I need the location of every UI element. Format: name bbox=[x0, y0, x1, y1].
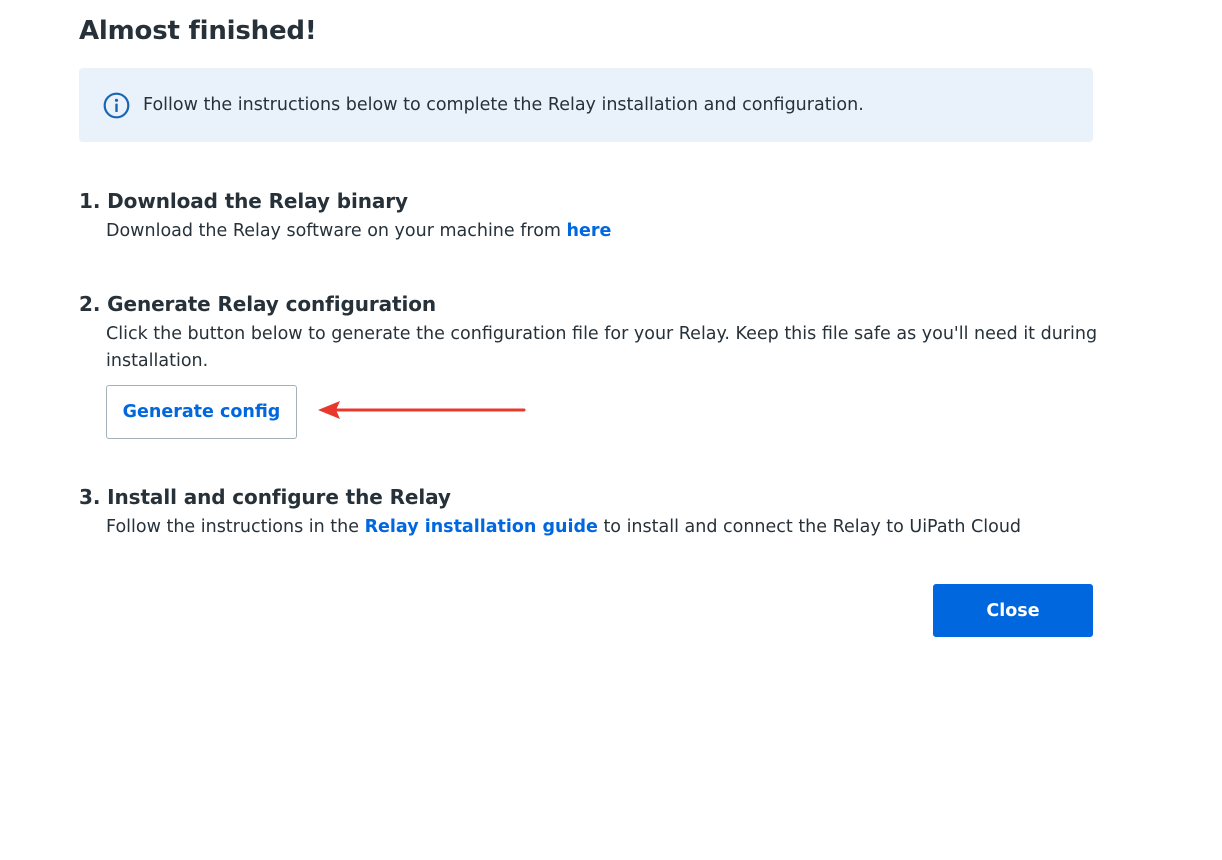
generate-config-button[interactable]: Generate config bbox=[106, 385, 297, 439]
close-button[interactable]: Close bbox=[933, 584, 1093, 637]
step-2-heading: 2. Generate Relay configuration bbox=[79, 292, 437, 316]
step-2-description: Click the button below to generate the c… bbox=[106, 324, 1098, 371]
step-install: 3. Install and configure the Relay Follo… bbox=[79, 483, 1021, 541]
download-here-link[interactable]: here bbox=[567, 221, 612, 241]
info-banner: Follow the instructions below to complet… bbox=[79, 68, 1093, 142]
step-3-description: Follow the instructions in the Relay ins… bbox=[79, 514, 1021, 541]
step-3-text-before: Follow the instructions in the bbox=[106, 517, 365, 537]
page-title: Almost finished! bbox=[79, 16, 317, 46]
info-icon bbox=[103, 92, 130, 119]
step-1-heading: 1. Download the Relay binary bbox=[79, 189, 408, 213]
step-download: 1. Download the Relay binary Download th… bbox=[79, 187, 611, 245]
relay-installation-guide-link[interactable]: Relay installation guide bbox=[365, 517, 598, 537]
info-banner-text: Follow the instructions below to complet… bbox=[143, 95, 864, 115]
relay-setup-dialog: Almost finished! Follow the instructions… bbox=[0, 0, 1222, 860]
step-1-description: Download the Relay software on your mach… bbox=[79, 218, 611, 245]
step-generate-config: 2. Generate Relay configuration Click th… bbox=[79, 290, 1109, 375]
annotation-arrow-icon bbox=[318, 401, 526, 419]
step-3-text-after: to install and connect the Relay to UiPa… bbox=[597, 517, 1022, 537]
step-1-text: Download the Relay software on your mach… bbox=[106, 221, 567, 241]
step-3-heading: 3. Install and configure the Relay bbox=[79, 485, 451, 509]
